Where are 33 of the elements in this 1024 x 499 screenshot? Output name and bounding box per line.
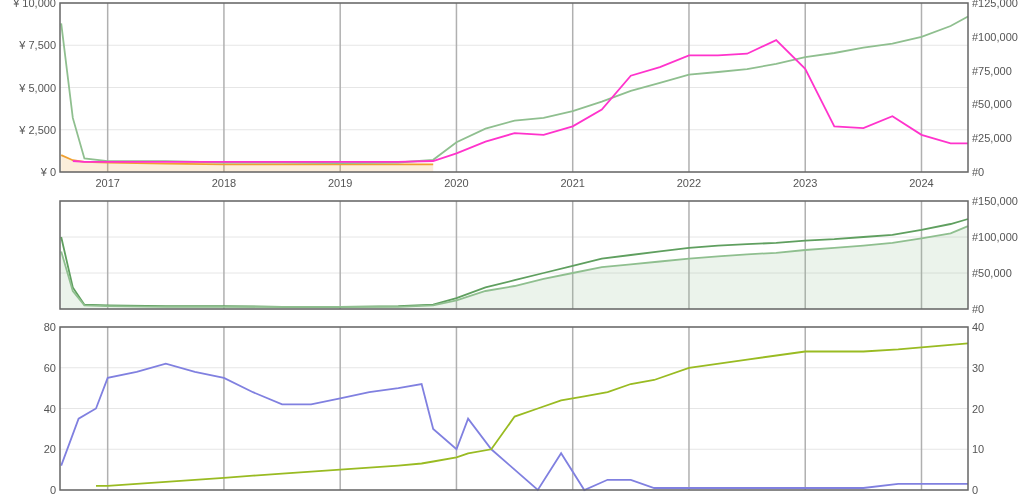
axis-label: ¥ 7,500 bbox=[19, 39, 56, 52]
axis-label: #150,000 bbox=[972, 195, 1018, 207]
axis-label: #25,000 bbox=[972, 132, 1012, 145]
axis-label: #0 bbox=[972, 166, 985, 178]
axis-label: 2019 bbox=[327, 177, 353, 189]
axis-label: 0 bbox=[972, 484, 979, 496]
axis-label: #100,000 bbox=[972, 231, 1018, 243]
axis-label: #50,000 bbox=[972, 267, 1012, 279]
axis-label: 2020 bbox=[444, 177, 469, 189]
axis-label: 2022 bbox=[676, 177, 702, 189]
axis-label: 40 bbox=[972, 321, 985, 333]
axis-label: 80 bbox=[43, 321, 56, 333]
axis-label: #50,000 bbox=[972, 98, 1012, 111]
axis-label: 30 bbox=[972, 361, 985, 374]
axis-label: #125,000 bbox=[972, 0, 1018, 9]
axis-label: 0 bbox=[49, 484, 56, 496]
axis-label: ¥ 0 bbox=[40, 166, 56, 178]
axis-label: 2024 bbox=[909, 177, 934, 189]
axis-label: ¥ 5,000 bbox=[19, 81, 56, 94]
axis-label: 20 bbox=[43, 443, 56, 456]
axis-label: 2023 bbox=[793, 177, 818, 189]
axis-label: #100,000 bbox=[972, 30, 1018, 43]
axis-label: #75,000 bbox=[972, 64, 1012, 77]
axis-label: 2017 bbox=[95, 177, 120, 189]
axis-label: 10 bbox=[972, 443, 985, 456]
axis-label: ¥ 2,500 bbox=[19, 123, 56, 136]
axis-label: 2021 bbox=[560, 177, 585, 189]
axis-label: 2018 bbox=[211, 177, 237, 189]
axis-label: 40 bbox=[43, 402, 56, 415]
axis-label: #0 bbox=[972, 303, 985, 315]
axis-label: 60 bbox=[43, 361, 56, 374]
axis-label: ¥ 10,000 bbox=[13, 0, 56, 9]
axis-label: 20 bbox=[972, 402, 985, 415]
